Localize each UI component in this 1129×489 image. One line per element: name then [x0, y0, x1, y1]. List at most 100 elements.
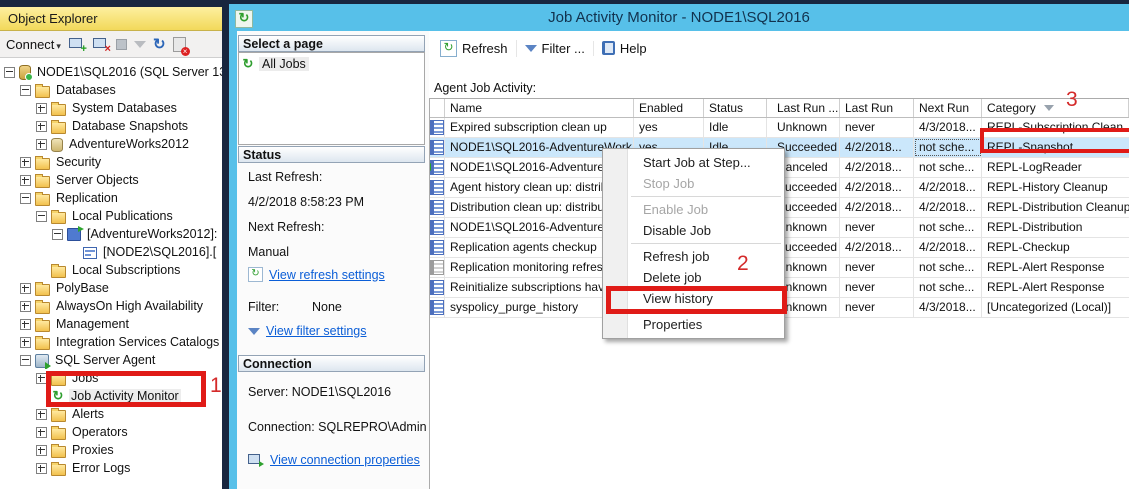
agent-job-activity-label: Agent Job Activity:: [434, 81, 537, 95]
tree-item-databases[interactable]: Databases: [0, 81, 222, 99]
object-explorer-panel: Object Explorer Connect▾ ↻ NODE1\SQL2016…: [0, 7, 222, 489]
page-item-all-jobs[interactable]: All Jobs: [239, 53, 424, 75]
menu-item-enable-job: Enable Job: [643, 202, 709, 217]
tree-item-server-objects[interactable]: Server Objects: [0, 171, 222, 189]
view-refresh-settings-link[interactable]: View refresh settings: [269, 268, 385, 282]
tree-item-alerts[interactable]: Alerts: [0, 405, 222, 423]
expand-icon[interactable]: [36, 138, 47, 150]
column-header-next-run[interactable]: Next Run: [914, 99, 982, 117]
tree-item-operators[interactable]: Operators: [0, 423, 222, 441]
view-connection-properties-row: View connection properties: [248, 453, 420, 467]
tree-item-proxies[interactable]: Proxies: [0, 441, 222, 459]
category-filter-icon[interactable]: [1043, 105, 1054, 111]
column-header-enabled[interactable]: Enabled: [634, 99, 704, 117]
help-button[interactable]: Help: [594, 41, 655, 56]
folder-icon: [51, 443, 66, 458]
job-icon: [430, 280, 444, 295]
collapse-icon[interactable]: [20, 192, 31, 204]
subscription-icon: [83, 247, 97, 259]
job-icon: [430, 300, 444, 315]
refresh-settings-icon: [248, 267, 263, 282]
column-header-last-run-outcome[interactable]: Last Run ...: [767, 99, 840, 117]
connection-line: Connection: SQLREPRO\Administra: [248, 420, 426, 434]
tree-item-database-snapshots[interactable]: Database Snapshots: [0, 117, 222, 135]
menu-item-view-history[interactable]: View history: [603, 288, 784, 309]
tree-item-local-publications[interactable]: Local Publications: [0, 207, 222, 225]
status-section-header: Status: [238, 146, 425, 163]
table-row[interactable]: Expired subscription clean up yes Idle U…: [430, 118, 1129, 138]
refresh-button[interactable]: Refresh: [432, 39, 517, 57]
filter-button[interactable]: Filter ...: [517, 40, 594, 56]
tree-item-job-activity-monitor[interactable]: Job Activity Monitor: [0, 387, 222, 405]
folder-icon: [51, 407, 66, 422]
menu-item-disable-job[interactable]: Disable Job: [603, 220, 784, 241]
refresh-icon[interactable]: ↻: [153, 37, 166, 52]
tree-item-polybase[interactable]: PolyBase: [0, 279, 222, 297]
server-icon: [19, 64, 33, 81]
expand-icon[interactable]: [20, 336, 31, 348]
collapse-icon[interactable]: [52, 228, 63, 240]
tree-item-local-subscriptions[interactable]: Local Subscriptions: [0, 261, 222, 279]
folder-icon: [51, 461, 66, 476]
menu-item-start-job-at-step[interactable]: Start Job at Step...: [603, 152, 784, 173]
tree-item-system-databases[interactable]: System Databases: [0, 99, 222, 117]
expand-icon[interactable]: [20, 282, 31, 294]
expand-icon[interactable]: [20, 300, 31, 312]
menu-item-stop-job: Stop Job: [643, 176, 695, 191]
last-refresh-value: 4/2/2018 8:58:23 PM: [248, 195, 365, 209]
tree-item-security[interactable]: Security: [0, 153, 222, 171]
script-error-icon[interactable]: [172, 36, 190, 56]
folder-icon: [35, 191, 50, 206]
column-header-name[interactable]: Name: [445, 99, 634, 117]
publication-icon: [67, 226, 84, 241]
tree-item-replication[interactable]: Replication: [0, 189, 222, 207]
menu-item-delete-job[interactable]: Delete job: [603, 267, 784, 288]
tree-item-jobs[interactable]: Jobs: [0, 369, 222, 387]
connect-button[interactable]: Connect ▾: [6, 37, 61, 52]
expand-icon[interactable]: [36, 462, 47, 474]
view-filter-settings-link[interactable]: View filter settings: [266, 324, 367, 338]
expand-icon[interactable]: [36, 372, 47, 384]
tree-item-adventureworks2012[interactable]: AdventureWorks2012: [0, 135, 222, 153]
help-icon: [601, 41, 615, 55]
tree-item-error-logs[interactable]: Error Logs: [0, 459, 222, 477]
expand-icon[interactable]: [20, 174, 31, 186]
column-header-category[interactable]: Category: [982, 99, 1129, 117]
expand-icon[interactable]: [36, 444, 47, 456]
tree-item-sql-server-agent[interactable]: SQL Server Agent: [0, 351, 222, 369]
expand-icon[interactable]: [20, 156, 31, 168]
job-icon: [430, 180, 444, 195]
filter-icon: [524, 44, 537, 52]
disconnect-server-icon[interactable]: [92, 36, 111, 55]
folder-icon: [35, 299, 50, 314]
connect-server-icon[interactable]: [68, 36, 87, 55]
tree-item-subscription[interactable]: [NODE2\SQL2016].[: [0, 243, 222, 261]
tree-item-management[interactable]: Management: [0, 315, 222, 333]
expand-icon[interactable]: [36, 408, 47, 420]
collapse-icon[interactable]: [20, 354, 31, 366]
tree-item-publication[interactable]: [AdventureWorks2012]:: [0, 225, 222, 243]
expand-icon[interactable]: [36, 102, 47, 114]
column-header-last-run[interactable]: Last Run: [840, 99, 914, 117]
view-connection-properties-link[interactable]: View connection properties: [270, 453, 420, 467]
refresh-icon: [440, 39, 457, 57]
collapse-icon[interactable]: [36, 210, 47, 222]
expand-icon[interactable]: [20, 318, 31, 330]
last-refresh-label: Last Refresh:: [248, 170, 323, 184]
object-explorer-toolbar: Connect▾ ↻: [0, 31, 222, 58]
all-jobs-icon: [241, 57, 255, 71]
tree-item-integration-services[interactable]: Integration Services Catalogs: [0, 333, 222, 351]
menu-item-properties[interactable]: Properties: [603, 314, 784, 335]
collapse-icon[interactable]: [4, 66, 15, 78]
tree-item-server[interactable]: NODE1\SQL2016 (SQL Server 13.0.1: [0, 63, 222, 81]
annotation-number-2: 2: [737, 252, 749, 275]
view-refresh-settings-row: View refresh settings: [248, 267, 385, 282]
menu-item-refresh-job[interactable]: Refresh job: [603, 246, 784, 267]
expand-icon[interactable]: [36, 120, 47, 132]
tree-item-alwayson[interactable]: AlwaysOn High Availability: [0, 297, 222, 315]
job-icon: [430, 240, 444, 255]
column-header-status[interactable]: Status: [704, 99, 767, 117]
annotation-number-1: 1: [210, 374, 222, 397]
expand-icon[interactable]: [36, 426, 47, 438]
collapse-icon[interactable]: [20, 84, 31, 96]
